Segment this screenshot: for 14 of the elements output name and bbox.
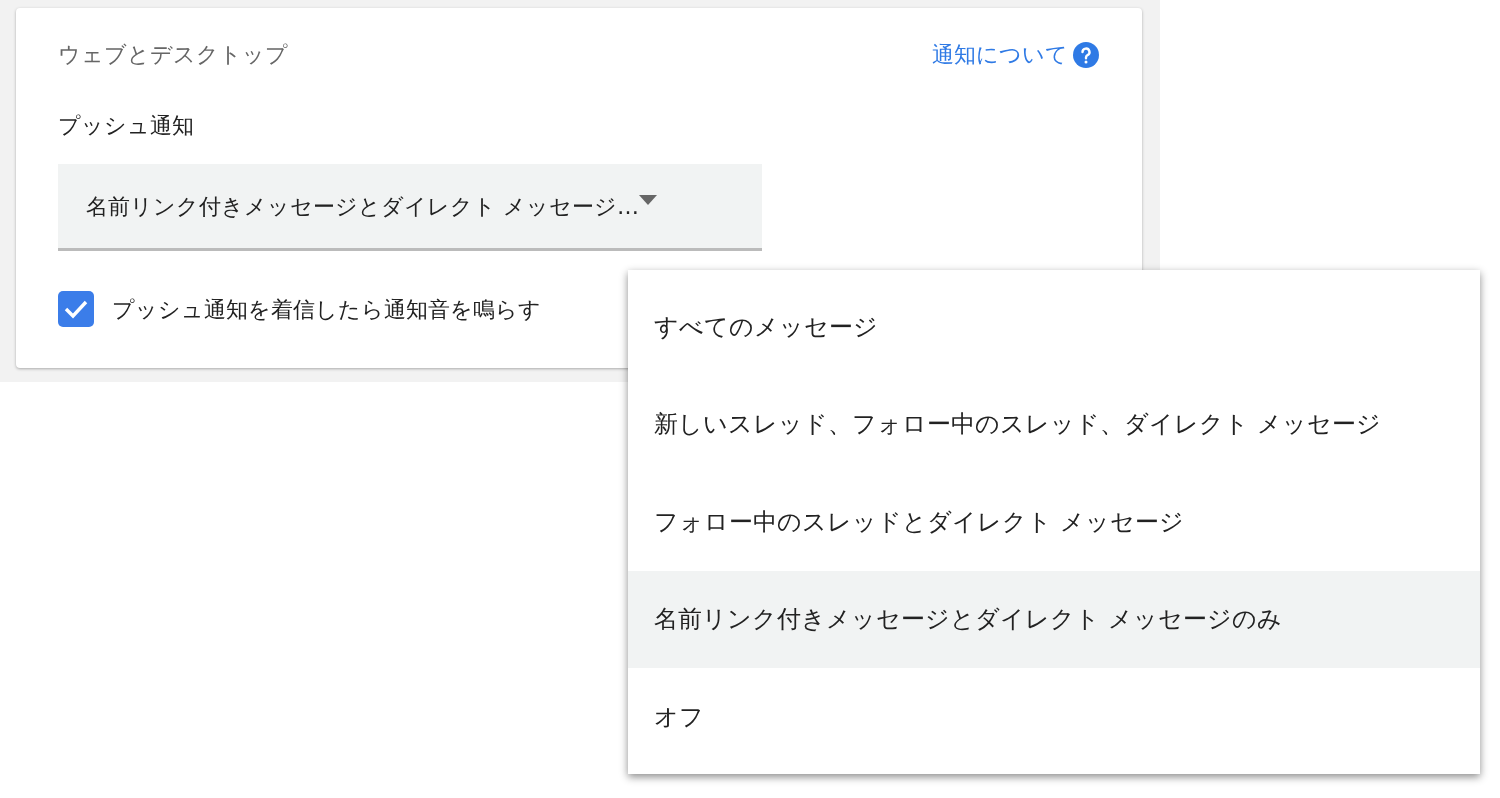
- menu-option[interactable]: 新しいスレッド、フォロー中のスレッド、ダイレクト メッセージ: [628, 375, 1480, 473]
- menu-option[interactable]: すべてのメッセージ: [628, 278, 1480, 376]
- checkbox[interactable]: [58, 291, 94, 327]
- menu-option[interactable]: フォロー中のスレッドとダイレクト メッセージ: [628, 473, 1480, 571]
- dropdown-field[interactable]: 名前リンク付きメッセージとダイレクト メッセージ…: [58, 164, 762, 251]
- field-label: プッシュ通知: [58, 112, 195, 140]
- check-icon: [64, 299, 88, 319]
- menu-option[interactable]: 名前リンク付きメッセージとダイレクト メッセージのみ: [628, 570, 1480, 668]
- caret-icon: [639, 195, 657, 205]
- section-title: ウェブとデスクトップ: [58, 41, 288, 69]
- checkbox-label: プッシュ通知を着信したら通知音を鳴らす: [112, 295, 541, 324]
- menu-option[interactable]: オフ: [628, 668, 1480, 766]
- help-link[interactable]: 通知について: [932, 38, 1100, 71]
- help-icon: [1072, 40, 1100, 69]
